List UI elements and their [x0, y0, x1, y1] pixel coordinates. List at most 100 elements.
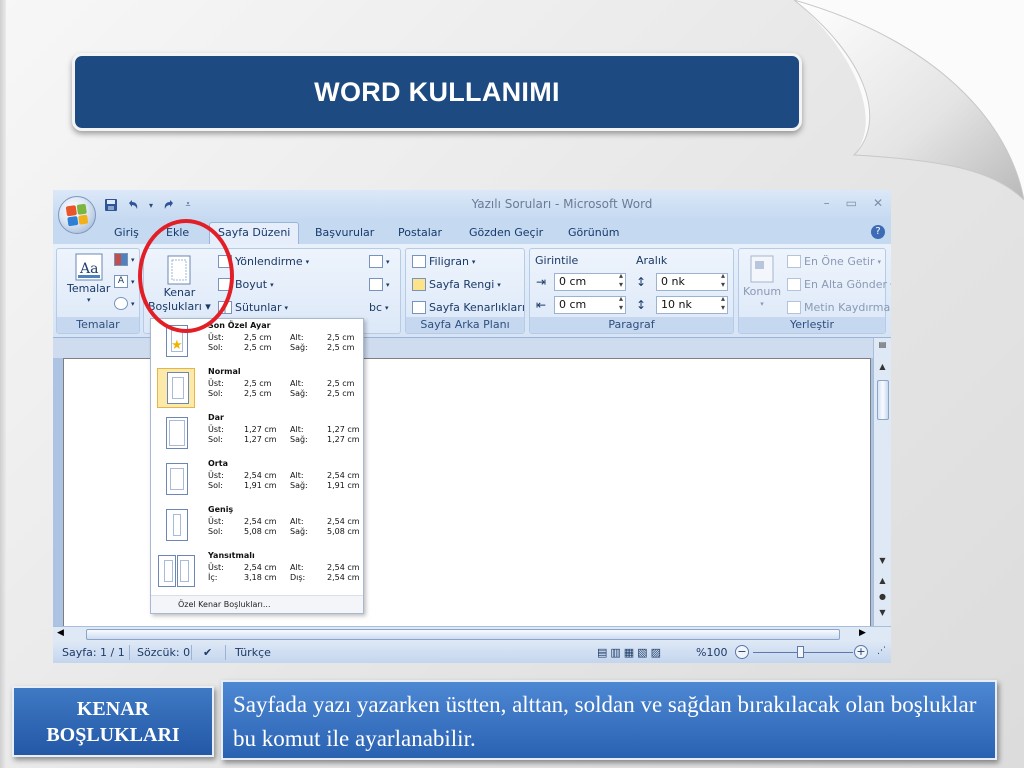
topic-label: KENAR BOŞLUKLARI	[46, 697, 180, 746]
scroll-up-icon[interactable]: ▲	[874, 362, 891, 371]
margin-option-moderate[interactable]: Orta Üst: 2,54 cm Alt: 2,54 cm Sol: 1,91 cm S…	[151, 457, 363, 503]
minimize-button[interactable]: –	[824, 196, 830, 210]
page-count[interactable]: Sayfa: 1 / 1	[62, 646, 125, 659]
paragraph-group: Girintile Aralık ⇥ 0 cm ⇤ 0 cm ↕ 0 nk ↕ …	[529, 248, 734, 334]
indent-label: Girintile	[535, 254, 579, 267]
zoom-slider-thumb[interactable]	[797, 646, 804, 658]
breaks-icon[interactable]: ▾	[369, 255, 390, 268]
margin-option-wide[interactable]: Geniş Üst: 2,54 cm Alt: 2,54 cm Sol: 5,08 cm…	[151, 503, 363, 549]
description-box: Sayfada yazı yazarken üstten, alttan, so…	[221, 680, 997, 760]
zoom-in-button[interactable]: +	[854, 645, 868, 659]
spacing-after-icon: ↕	[636, 298, 647, 312]
scroll-right-icon[interactable]: ▶	[859, 628, 866, 638]
spacing-before-icon: ↕	[636, 275, 647, 289]
scroll-down-icon[interactable]: ▼	[874, 556, 891, 565]
page-color-button[interactable]: Sayfa Rengi ▾	[412, 278, 501, 291]
position-icon	[750, 255, 774, 283]
language-indicator[interactable]: Türkçe	[235, 646, 271, 659]
indent-right-icon: ⇤	[536, 298, 547, 312]
send-back-button[interactable]: En Alta Gönder▾	[787, 278, 891, 291]
watermark-icon	[412, 255, 426, 268]
position-button[interactable]: Konum ▾	[743, 255, 781, 308]
indent-left-input[interactable]: 0 cm	[554, 271, 626, 291]
highlight-circle	[138, 219, 234, 333]
bring-front-icon	[787, 255, 801, 268]
margin-preview-icon	[157, 552, 195, 592]
status-bar: Sayfa: 1 / 1 Sözcük: 0 ✔ Türkçe ▤▥▦▧▨ %1…	[53, 642, 891, 663]
text-wrap-icon	[787, 301, 801, 314]
columns-button[interactable]: Sütunlar ▾	[218, 301, 288, 314]
page-background-group: Filigran ▾ Sayfa Rengi ▾ Sayfa Kenarlıklar…	[405, 248, 525, 334]
margin-preview-icon	[157, 506, 195, 546]
vertical-scroll-thumb[interactable]	[877, 380, 889, 420]
spacing-before-input[interactable]: 0 nk	[656, 271, 728, 291]
theme-colors-icon[interactable]: ▾	[114, 253, 135, 266]
tab-review[interactable]: Gözden Geçir	[469, 226, 543, 239]
office-logo-icon	[65, 203, 89, 227]
themes-icon: Aa	[75, 253, 103, 281]
spacing-after-input[interactable]: 10 nk	[656, 294, 728, 314]
description-text: Sayfada yazı yazarken üstten, alttan, so…	[233, 692, 977, 751]
zoom-out-button[interactable]: −	[735, 645, 749, 659]
tab-home[interactable]: Giriş	[114, 226, 139, 239]
view-buttons-icon[interactable]: ▤▥▦▧▨	[597, 646, 664, 659]
page-borders-button[interactable]: Sayfa Kenarlıkları	[412, 301, 525, 314]
line-numbers-icon[interactable]: ▾	[369, 278, 390, 291]
page-borders-icon	[412, 301, 426, 314]
margin-option-mirrored[interactable]: Yansıtmalı Üst: 2,54 cm Alt: 2,54 cm İç: 3,1…	[151, 549, 363, 595]
slide-title: WORD KULLANIMI	[314, 76, 560, 107]
themes-group: Aa Temalar ▾ ▾ A ▾ ▾ Temalar	[56, 248, 140, 334]
tab-references[interactable]: Başvurular	[315, 226, 374, 239]
resize-grip-icon[interactable]: ⋰	[877, 646, 886, 656]
close-button[interactable]: ✕	[873, 196, 883, 210]
indent-right-input[interactable]: 0 cm	[554, 294, 626, 314]
slide-edge	[0, 0, 6, 768]
page-curl-decoration	[794, 0, 1024, 200]
page-color-icon	[412, 278, 426, 291]
theme-fonts-icon[interactable]: A ▾	[114, 275, 135, 288]
help-icon[interactable]: ?	[871, 225, 885, 239]
text-wrap-button[interactable]: Metin Kaydırma▾	[787, 301, 891, 314]
horizontal-scrollbar[interactable]: ◀ ▶	[53, 626, 891, 642]
zoom-level[interactable]: %100	[696, 646, 727, 659]
ruler-toggle-icon[interactable]: ▤	[874, 340, 891, 349]
margin-option-narrow[interactable]: Dar Üst: 1,27 cm Alt: 1,27 cm Sol: 1,27 cm Sa…	[151, 411, 363, 457]
window-title: Yazılı Soruları - Microsoft Word	[471, 197, 653, 211]
star-icon: ★	[171, 338, 183, 353]
bring-front-button[interactable]: En Öne Getir ▾	[787, 255, 881, 268]
margin-option-normal[interactable]: Normal Üst: 2,5 cm Alt: 2,5 cm Sol: 2,5 cm Sa…	[151, 365, 363, 411]
tab-view[interactable]: Görünüm	[568, 226, 619, 239]
office-button[interactable]	[58, 196, 96, 234]
browse-object-icon[interactable]: ●	[874, 592, 891, 601]
word-count[interactable]: Sözcük: 0	[137, 646, 190, 659]
horizontal-scroll-thumb[interactable]	[86, 629, 840, 640]
arrange-group: Konum ▾ En Öne Getir▾ En Alta Gönder▾ Me…	[738, 248, 891, 334]
theme-effects-icon[interactable]: ▾	[114, 297, 135, 310]
scroll-left-icon[interactable]: ◀	[57, 628, 64, 638]
arrange-group-label: Yerleştir	[739, 317, 885, 333]
send-back-icon	[787, 278, 801, 291]
page-background-group-label: Sayfa Arka Planı	[406, 317, 524, 333]
margin-preview-icon	[157, 368, 195, 408]
next-page-icon[interactable]: ▼	[874, 608, 891, 617]
title-bar: ▾ ⩡ Yazılı Soruları - Microsoft Word – ▭…	[53, 190, 891, 220]
margin-preview-icon	[157, 460, 195, 500]
vertical-scrollbar[interactable]: ▤ ▲ ▼ ▲ ● ▼	[873, 338, 891, 628]
hyphenation-icon[interactable]: bc ▾	[369, 301, 389, 314]
maximize-button[interactable]: ▭	[846, 196, 857, 210]
indent-left-icon: ⇥	[536, 275, 547, 289]
topic-label-box: KENAR BOŞLUKLARI	[12, 686, 214, 757]
margins-dropdown: ★ Son Özel Ayar Üst: 2,5 cm Alt: 2,5 cm Sol…	[150, 318, 364, 614]
window-controls: – ▭ ✕	[824, 196, 883, 210]
themes-group-label: Temalar	[57, 317, 139, 333]
paragraph-group-label: Paragraf	[530, 317, 733, 333]
watermark-button[interactable]: Filigran ▾	[412, 255, 475, 268]
svg-text:Aa: Aa	[79, 261, 98, 277]
proofing-icon[interactable]: ✔	[203, 646, 212, 659]
themes-button[interactable]: Aa Temalar ▾	[67, 253, 110, 304]
slide-title-box: WORD KULLANIMI	[72, 53, 802, 131]
spacing-label: Aralık	[636, 254, 668, 267]
custom-margins-link[interactable]: Özel Kenar Boşlukları...	[151, 595, 363, 613]
previous-page-icon[interactable]: ▲	[874, 576, 891, 585]
tab-mailings[interactable]: Postalar	[398, 226, 442, 239]
